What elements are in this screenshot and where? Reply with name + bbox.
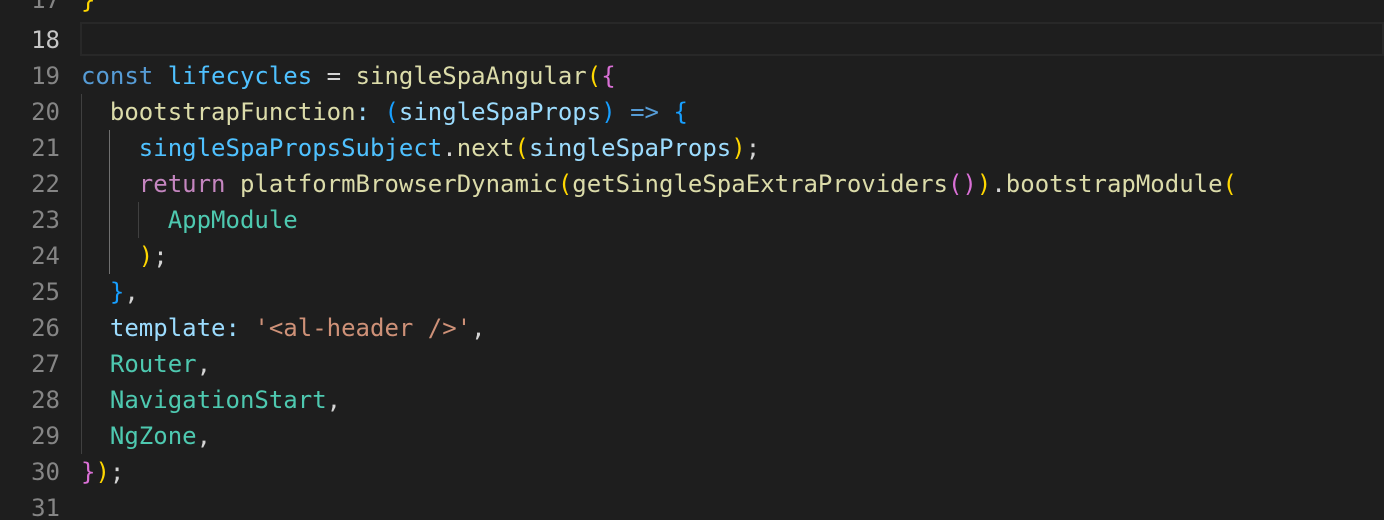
code-line-22[interactable]: 22 return platformBrowserDynamic(getSing… (0, 166, 1384, 202)
close-paren: ) (976, 170, 992, 198)
comma: , (196, 422, 212, 450)
open-paren: ( (557, 170, 573, 198)
assignment-operator: = (312, 62, 356, 90)
class-name: AppModule (167, 206, 298, 234)
code-line-25[interactable]: 25 }, (0, 274, 1384, 310)
line-number: 28 (31, 386, 60, 414)
function-name: platformBrowserDynamic (239, 170, 558, 198)
line-number: 22 (31, 170, 60, 198)
line-number: 31 (31, 494, 60, 520)
closing-brace: } (81, 0, 96, 14)
semicolon: ; (109, 458, 125, 486)
line-number: 25 (31, 278, 60, 306)
function-name: singleSpaAngular (355, 62, 587, 90)
arrow-operator: => (615, 98, 674, 126)
class-name: Router (109, 350, 197, 378)
string-literal: '<al-header />' (254, 314, 472, 342)
open-paren: ( (586, 62, 602, 90)
comma: , (471, 314, 486, 342)
line-number: 27 (31, 350, 60, 378)
object-name: singleSpaPropsSubject (138, 134, 443, 162)
property-name: template (109, 314, 226, 342)
code-line-27[interactable]: 27 Router, (0, 346, 1384, 382)
colon: : (355, 98, 385, 126)
line-number: 30 (31, 458, 60, 486)
class-name: NavigationStart (109, 386, 327, 414)
argument-name: singleSpaProps (528, 134, 732, 162)
code-line-29[interactable]: 29 NgZone, (0, 418, 1384, 454)
variable-name: lifecycles (167, 62, 313, 90)
line-number: 17 (31, 0, 60, 14)
line-number: 18 (31, 26, 60, 54)
code-line-30[interactable]: 30 }); (0, 454, 1384, 490)
function-name-inner: getSingleSpaExtraProviders (572, 170, 948, 198)
code-line-24[interactable]: 24 ); (0, 238, 1384, 274)
code-line-18[interactable]: 18 (0, 22, 1384, 58)
line-number: 24 (31, 242, 60, 270)
open-paren: ( (384, 98, 399, 126)
code-line-19[interactable]: 19 const lifecycles = singleSpaAngular({ (0, 58, 1384, 94)
keyword-const: const (81, 62, 154, 90)
line-number: 29 (31, 422, 60, 450)
colon: : (225, 314, 255, 342)
code-line-26[interactable]: 26 template: '<al-header />', (0, 310, 1384, 346)
code-editor[interactable]: 17 } 18 19 const lifecycles = singleSpaA… (0, 0, 1384, 520)
semicolon: ; (745, 134, 761, 162)
keyword-return: return (138, 170, 226, 198)
code-line-20[interactable]: 20 bootstrapFunction: (singleSpaProps) =… (0, 94, 1384, 130)
close-paren: ) (731, 134, 746, 162)
line-number: 26 (31, 314, 60, 342)
method-name: bootstrapModule (1005, 170, 1223, 198)
code-line-21[interactable]: 21 singleSpaPropsSubject.next(singleSpaP… (0, 130, 1384, 166)
code-line-28[interactable]: 28 NavigationStart, (0, 382, 1384, 418)
open-paren: ( (514, 134, 529, 162)
line-number: 23 (31, 206, 60, 234)
parameter-name: singleSpaProps (398, 98, 602, 126)
comma: , (124, 278, 139, 306)
semicolon: ; (153, 242, 168, 270)
line-number: 21 (31, 134, 60, 162)
code-line-23[interactable]: 23 AppModule (0, 202, 1384, 238)
call-parens: () (947, 170, 977, 198)
line-number: 19 (31, 62, 60, 90)
close-paren: ) (138, 242, 154, 270)
class-name: NgZone (109, 422, 197, 450)
line-number: 20 (31, 98, 60, 126)
code-line-31[interactable]: 31 (0, 490, 1384, 520)
dot: . (991, 170, 1006, 198)
dot: . (442, 134, 457, 162)
close-paren: ) (95, 458, 110, 486)
close-paren: ) (601, 98, 616, 126)
comma: , (196, 350, 212, 378)
method-name: next (456, 134, 515, 162)
code-line-17[interactable]: 17 } (0, 0, 1384, 18)
property-name: bootstrapFunction (109, 98, 356, 126)
open-brace: { (673, 98, 688, 126)
open-paren: ( (1222, 170, 1237, 198)
close-brace: } (109, 278, 125, 306)
comma: , (326, 386, 342, 414)
close-brace: } (81, 458, 96, 486)
open-brace: { (601, 62, 616, 90)
